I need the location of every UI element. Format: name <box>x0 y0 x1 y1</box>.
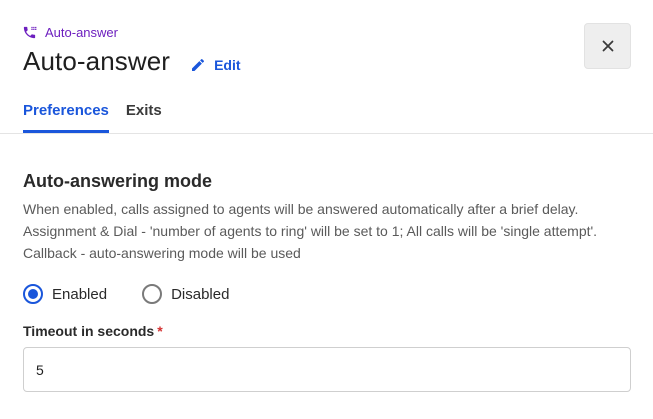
radio-enabled[interactable]: Enabled <box>23 284 107 304</box>
breadcrumb-label: Auto-answer <box>45 25 118 40</box>
tabs-divider <box>0 133 653 134</box>
timeout-label-text: Timeout in seconds <box>23 323 155 339</box>
mode-radio-group: Enabled Disabled <box>23 284 229 304</box>
header-row: Auto-answer Edit <box>23 46 241 77</box>
tab-exits[interactable]: Exits <box>126 102 162 133</box>
phone-forward-icon <box>23 26 37 39</box>
section-title: Auto-answering mode <box>23 171 213 191</box>
radio-enabled-control[interactable] <box>23 284 43 304</box>
close-icon <box>602 40 613 52</box>
radio-enabled-label[interactable]: Enabled <box>52 286 107 303</box>
radio-disabled[interactable]: Disabled <box>142 284 229 304</box>
section-description: When enabled, calls assigned to agents w… <box>23 201 598 261</box>
breadcrumb: Auto-answer <box>22 25 118 40</box>
required-marker: * <box>157 323 163 339</box>
edit-button[interactable]: Edit <box>190 56 241 73</box>
close-button[interactable] <box>584 23 631 69</box>
radio-disabled-control[interactable] <box>142 284 163 304</box>
timeout-label: Timeout in seconds * <box>23 323 163 339</box>
pencil-icon <box>192 58 205 71</box>
timeout-input[interactable] <box>23 347 631 392</box>
edit-label: Edit <box>214 56 241 73</box>
radio-disabled-label[interactable]: Disabled <box>171 286 229 303</box>
tab-preferences[interactable]: Preferences <box>23 102 109 133</box>
page-title: Auto-answer <box>23 46 171 76</box>
tab-bar: Preferences Exits <box>23 102 162 133</box>
